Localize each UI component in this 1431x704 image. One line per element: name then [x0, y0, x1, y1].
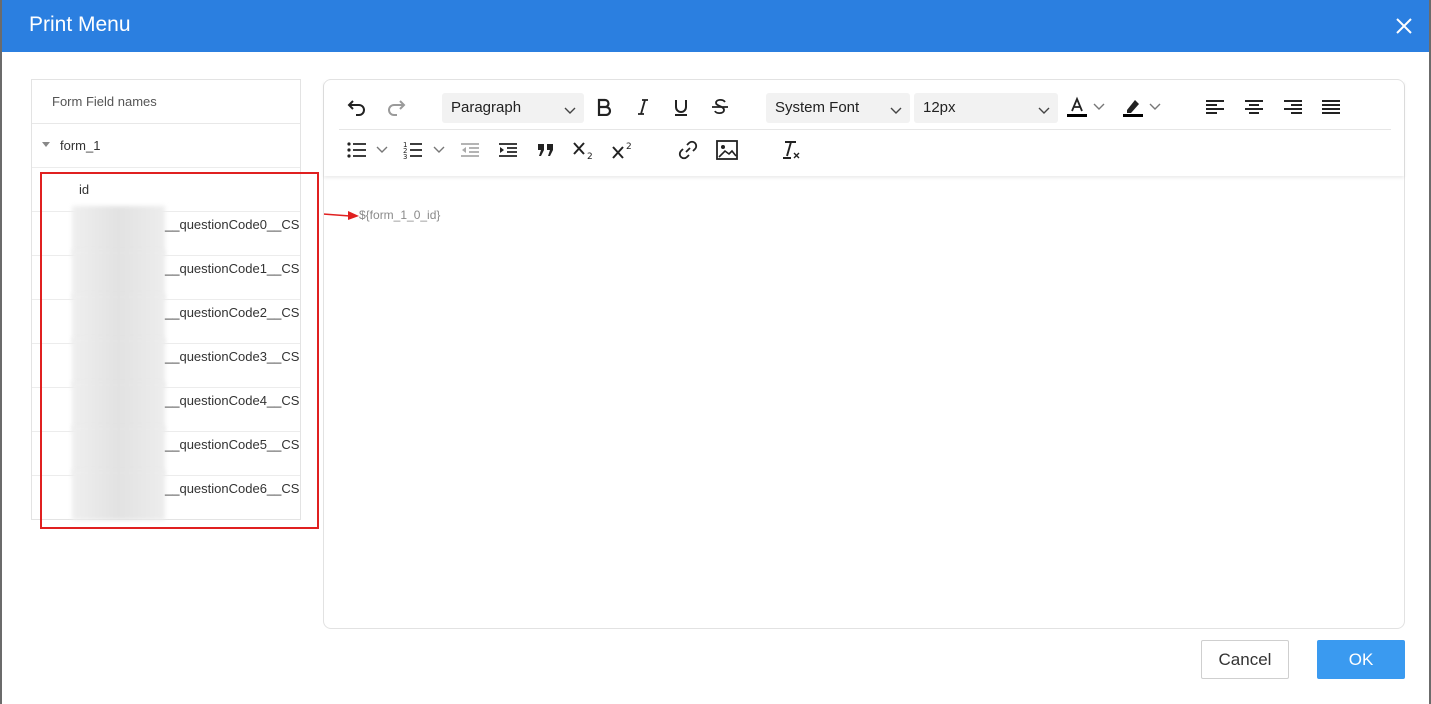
clear-formatting-icon[interactable]	[777, 136, 805, 164]
svg-text:3: 3	[403, 153, 407, 160]
bold-icon[interactable]	[590, 93, 618, 121]
bullet-list-icon[interactable]	[343, 136, 371, 164]
caret-down-icon[interactable]	[42, 142, 50, 147]
font-size-value: 12px	[923, 99, 956, 116]
chevron-down-icon	[1038, 102, 1050, 119]
bullet-list-dropdown-icon[interactable]	[373, 136, 391, 164]
text-color-icon[interactable]	[1063, 93, 1091, 121]
close-icon[interactable]	[1393, 15, 1415, 37]
title-bar: Print Menu	[2, 0, 1429, 52]
tree-node-form[interactable]: form_1	[32, 124, 300, 168]
underline-icon[interactable]	[667, 93, 695, 121]
italic-icon[interactable]	[629, 93, 657, 121]
editor-toolbar: Paragraph System Font 12px 1 2 3 2 2	[324, 80, 1404, 176]
toolbar-divider	[339, 129, 1391, 130]
align-left-icon[interactable]	[1201, 93, 1229, 121]
align-right-icon[interactable]	[1279, 93, 1307, 121]
image-icon[interactable]	[713, 136, 741, 164]
link-icon[interactable]	[674, 136, 702, 164]
outdent-icon[interactable]	[456, 136, 484, 164]
font-size-select[interactable]: 12px	[914, 93, 1058, 123]
align-justify-icon[interactable]	[1317, 93, 1345, 121]
dialog-title: Print Menu	[29, 13, 131, 36]
tree-header: Form Field names	[32, 80, 300, 124]
chevron-down-icon	[564, 102, 576, 119]
highlight-color-icon[interactable]	[1119, 93, 1147, 121]
align-center-icon[interactable]	[1240, 93, 1268, 121]
block-format-value: Paragraph	[451, 99, 522, 116]
print-menu-dialog: Print Menu Form Field names form_1 id __…	[0, 0, 1431, 704]
blockquote-icon[interactable]	[532, 136, 560, 164]
svg-text:2: 2	[587, 152, 593, 160]
cancel-button[interactable]: Cancel	[1201, 640, 1289, 679]
highlight-color-dropdown-icon[interactable]	[1146, 93, 1164, 121]
block-format-select[interactable]: Paragraph	[442, 93, 584, 123]
svg-text:2: 2	[626, 142, 632, 152]
numbered-list-icon[interactable]: 123	[399, 136, 427, 164]
annotation-highlight-box	[40, 172, 319, 529]
indent-icon[interactable]	[494, 136, 522, 164]
font-family-select[interactable]: System Font	[766, 93, 910, 123]
editor-content[interactable]: ${form_1_0_id}	[359, 208, 440, 222]
tree-node-label: form_1	[60, 138, 101, 153]
text-color-dropdown-icon[interactable]	[1090, 93, 1108, 121]
redo-icon[interactable]	[382, 93, 410, 121]
numbered-list-dropdown-icon[interactable]	[430, 136, 448, 164]
subscript-icon[interactable]: 2	[570, 136, 598, 164]
rich-text-editor: Paragraph System Font 12px 1 2 3 2 2 ${f…	[323, 79, 1405, 629]
chevron-down-icon	[890, 102, 902, 119]
strikethrough-icon[interactable]	[706, 93, 734, 121]
superscript-icon[interactable]: 2	[609, 136, 637, 164]
ok-button[interactable]: OK	[1317, 640, 1405, 679]
font-family-value: System Font	[775, 99, 860, 116]
undo-icon[interactable]	[343, 93, 371, 121]
